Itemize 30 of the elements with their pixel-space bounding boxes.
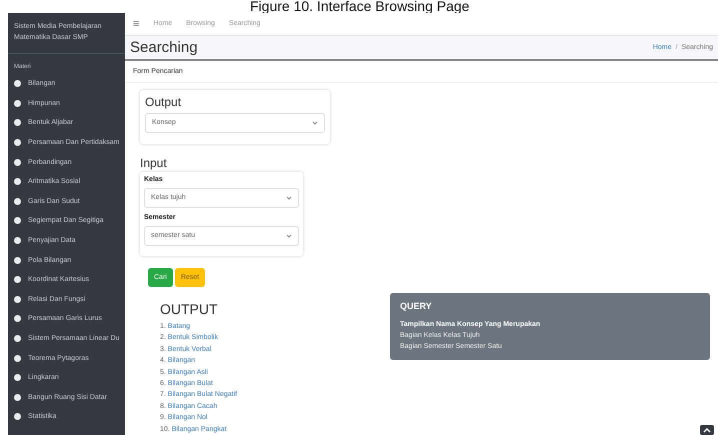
- figure-caption: Figure 10. Interface Browsing Page: [249, 0, 470, 13]
- circle-icon: [14, 119, 21, 126]
- circle-icon: [14, 139, 21, 146]
- chevron-icon: [286, 196, 292, 200]
- results-heading: OUTPUT: [160, 300, 219, 317]
- circle-icon: [14, 354, 21, 362]
- output-heading: Output: [145, 94, 182, 109]
- circle-icon: [14, 198, 21, 205]
- circle-icon: [14, 80, 21, 88]
- chevron-icon: [286, 234, 292, 238]
- input-heading: Input: [140, 156, 168, 170]
- circle-icon: [14, 237, 21, 244]
- circle-icon: [14, 413, 21, 420]
- page-title: Searching: [130, 38, 198, 56]
- circle-icon: [14, 394, 21, 401]
- circle-icon: [14, 296, 21, 303]
- circle-icon: [14, 256, 21, 264]
- chevron-up-icon: [703, 428, 711, 432]
- circle-icon: [14, 374, 21, 382]
- circle-icon: [14, 276, 21, 284]
- circle-icon: [14, 158, 21, 166]
- circle-icon: [14, 335, 21, 342]
- query-title: QUERY: [400, 300, 433, 311]
- circle-icon: [14, 315, 21, 322]
- circle-icon: [14, 100, 21, 107]
- circle-icon: [14, 178, 21, 186]
- chevron-icon: [312, 120, 318, 125]
- scroll-top-button[interactable]: [700, 425, 714, 435]
- circle-icon: [14, 217, 21, 224]
- menu-icon[interactable]: ≡: [133, 18, 140, 30]
